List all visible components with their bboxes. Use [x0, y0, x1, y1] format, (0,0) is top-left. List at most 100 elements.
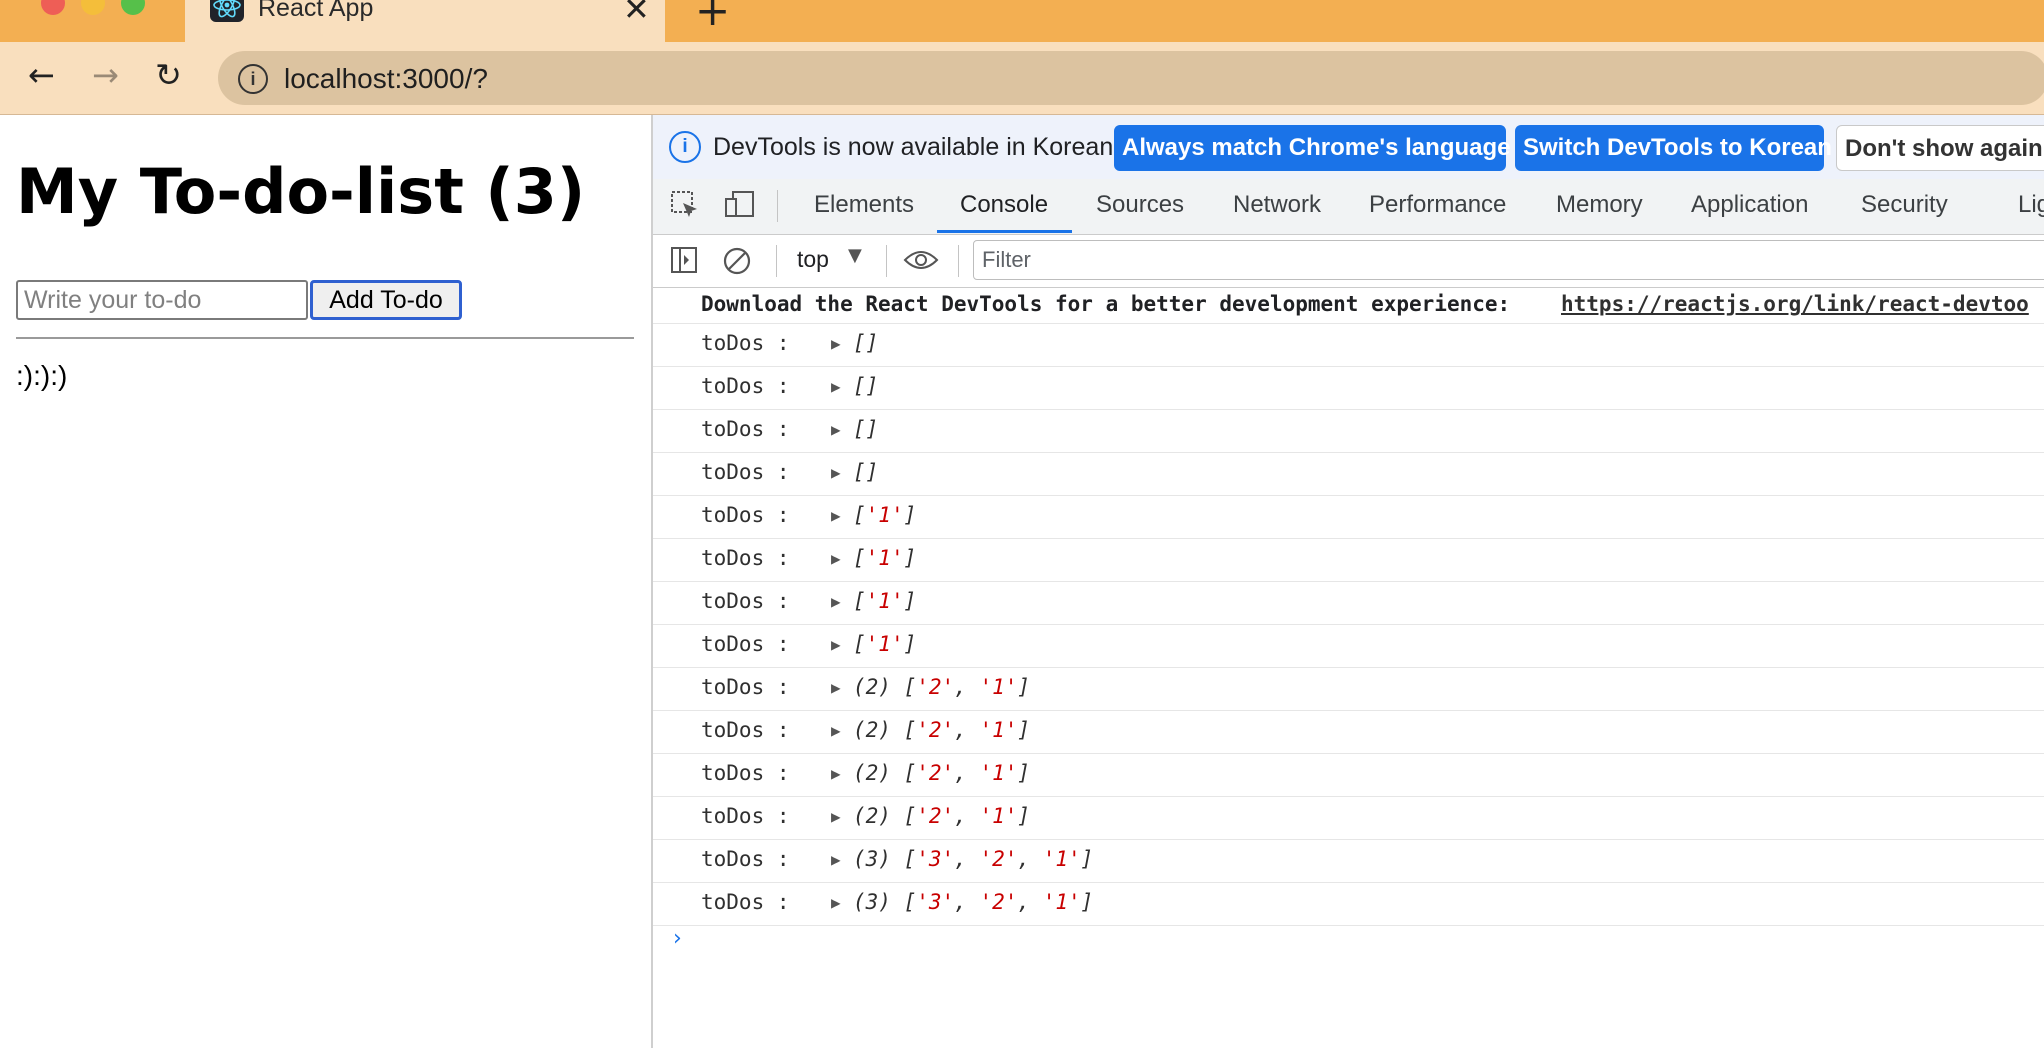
log-value[interactable]: (3) ['3', '2', '1'] — [853, 847, 1093, 871]
toolbar-separator — [776, 245, 777, 277]
toolbar-separator — [958, 245, 959, 277]
expand-triangle-icon[interactable]: ▶ — [831, 807, 841, 826]
tab-close-icon[interactable]: ✕ — [623, 0, 650, 28]
expand-triangle-icon[interactable]: ▶ — [831, 592, 841, 611]
expand-triangle-icon[interactable]: ▶ — [831, 463, 841, 482]
tab-application[interactable]: Application — [1691, 191, 1808, 219]
device-toolbar-icon[interactable] — [723, 189, 757, 225]
log-value[interactable]: ['1'] — [853, 503, 916, 527]
log-label: toDos : — [701, 331, 790, 355]
console-log-row: toDos : ▶ (2) ['2', '1'] — [653, 754, 2044, 797]
reload-icon[interactable]: ↻ — [155, 56, 182, 94]
log-label: toDos : — [701, 546, 790, 570]
log-value[interactable]: (2) ['2', '1'] — [853, 718, 1030, 742]
console-output: Download the React DevTools for a better… — [653, 288, 2044, 966]
site-info-icon[interactable]: i — [238, 64, 268, 94]
sidebar-toggle-icon[interactable] — [669, 245, 699, 279]
expand-triangle-icon[interactable]: ▶ — [831, 549, 841, 568]
add-todo-button[interactable]: Add To-do — [310, 280, 462, 320]
zoom-window-button[interactable] — [121, 0, 145, 15]
log-label: toDos : — [701, 847, 790, 871]
expand-triangle-icon[interactable]: ▶ — [831, 334, 841, 353]
array-item-string: '1' — [979, 761, 1018, 785]
tab-memory[interactable]: Memory — [1556, 191, 1643, 219]
log-label: toDos : — [701, 718, 790, 742]
expand-triangle-icon[interactable]: ▶ — [831, 420, 841, 439]
array-item-string: '1' — [865, 632, 904, 656]
always-match-language-button[interactable]: Always match Chrome's language — [1114, 125, 1511, 171]
toolbar-separator — [777, 190, 778, 222]
eye-icon[interactable] — [903, 247, 939, 277]
console-log-row: toDos : ▶ [] — [653, 453, 2044, 496]
address-bar[interactable]: i localhost:3000/? — [218, 51, 2044, 105]
todo-list-text: :):):) — [16, 360, 68, 391]
log-value[interactable]: [] — [853, 460, 878, 484]
console-log-row: toDos : ▶ (3) ['3', '2', '1'] — [653, 883, 2044, 926]
forward-arrow-icon[interactable]: → — [92, 56, 119, 94]
active-tab-indicator — [937, 230, 1072, 233]
react-logo-icon — [210, 0, 244, 27]
infobar-message: DevTools is now available in Korean! — [713, 133, 1121, 161]
react-devtools-link[interactable]: https://reactjs.org/link/react-devtoo — [1561, 292, 2029, 316]
console-toolbar: top ▼ — [653, 235, 2044, 288]
log-label: toDos : — [701, 675, 790, 699]
new-tab-button[interactable]: + — [695, 0, 730, 35]
console-log-row: toDos : ▶ (2) ['2', '1'] — [653, 797, 2044, 840]
tab-elements[interactable]: Elements — [814, 191, 914, 219]
log-value[interactable]: [] — [853, 331, 878, 355]
close-window-button[interactable] — [41, 0, 65, 15]
log-label: toDos : — [701, 460, 790, 484]
browser-tab-strip: React App ✕ + — [0, 0, 2044, 42]
log-label: toDos : — [701, 632, 790, 656]
array-item-string: '1' — [865, 546, 904, 570]
inspect-element-icon[interactable] — [669, 189, 701, 225]
log-value[interactable]: (2) ['2', '1'] — [853, 761, 1030, 785]
chevron-down-icon[interactable]: ▼ — [848, 245, 862, 266]
log-label: toDos : — [701, 503, 790, 527]
log-value[interactable]: ['1'] — [853, 632, 916, 656]
console-log-row: toDos : ▶ ['1'] — [653, 625, 2044, 668]
expand-triangle-icon[interactable]: ▶ — [831, 377, 841, 396]
tab-console[interactable]: Console — [960, 191, 1048, 219]
console-prompt-row[interactable]: › — [653, 926, 2044, 966]
log-value[interactable]: (2) ['2', '1'] — [853, 804, 1030, 828]
tab-security[interactable]: Security — [1861, 191, 1948, 219]
back-arrow-icon[interactable]: ← — [28, 56, 55, 94]
tab-lighthouse[interactable]: Lig — [2018, 191, 2044, 219]
console-log-row: toDos : ▶ ['1'] — [653, 582, 2044, 625]
array-item-string: '1' — [979, 675, 1018, 699]
tab-sources[interactable]: Sources — [1096, 191, 1184, 219]
dont-show-again-button[interactable]: Don't show again — [1836, 125, 2044, 171]
log-value[interactable]: (3) ['3', '2', '1'] — [853, 890, 1093, 914]
switch-devtools-korean-button[interactable]: Switch DevTools to Korean — [1515, 125, 1832, 171]
console-log-row: toDos : ▶ ['1'] — [653, 496, 2044, 539]
minimize-window-button[interactable] — [81, 0, 105, 15]
array-item-string: '1' — [979, 718, 1018, 742]
log-value[interactable]: ['1'] — [853, 546, 916, 570]
language-infobar: i DevTools is now available in Korean! A… — [653, 115, 2044, 180]
tab-network[interactable]: Network — [1233, 191, 1321, 219]
log-value[interactable]: [] — [853, 417, 878, 441]
expand-triangle-icon[interactable]: ▶ — [831, 635, 841, 654]
array-item-string: '1' — [865, 589, 904, 613]
expand-triangle-icon[interactable]: ▶ — [831, 893, 841, 912]
array-item-string: '2' — [916, 718, 955, 742]
browser-tab-react-app[interactable]: React App ✕ — [185, 0, 665, 42]
expand-triangle-icon[interactable]: ▶ — [831, 721, 841, 740]
expand-triangle-icon[interactable]: ▶ — [831, 850, 841, 869]
todo-input[interactable] — [16, 280, 308, 320]
expand-triangle-icon[interactable]: ▶ — [831, 764, 841, 783]
log-label: toDos : — [701, 417, 790, 441]
log-value[interactable]: [] — [853, 374, 878, 398]
expand-triangle-icon[interactable]: ▶ — [831, 506, 841, 525]
filter-input[interactable] — [973, 240, 2044, 280]
tab-performance[interactable]: Performance — [1369, 191, 1506, 219]
url-text[interactable]: localhost:3000/? — [284, 63, 488, 95]
array-item-string: '2' — [916, 675, 955, 699]
log-value[interactable]: (2) ['2', '1'] — [853, 675, 1030, 699]
clear-console-icon[interactable] — [721, 245, 753, 281]
expand-triangle-icon[interactable]: ▶ — [831, 678, 841, 697]
log-value[interactable]: ['1'] — [853, 589, 916, 613]
context-selector[interactable]: top — [797, 246, 829, 273]
log-label: toDos : — [701, 761, 790, 785]
